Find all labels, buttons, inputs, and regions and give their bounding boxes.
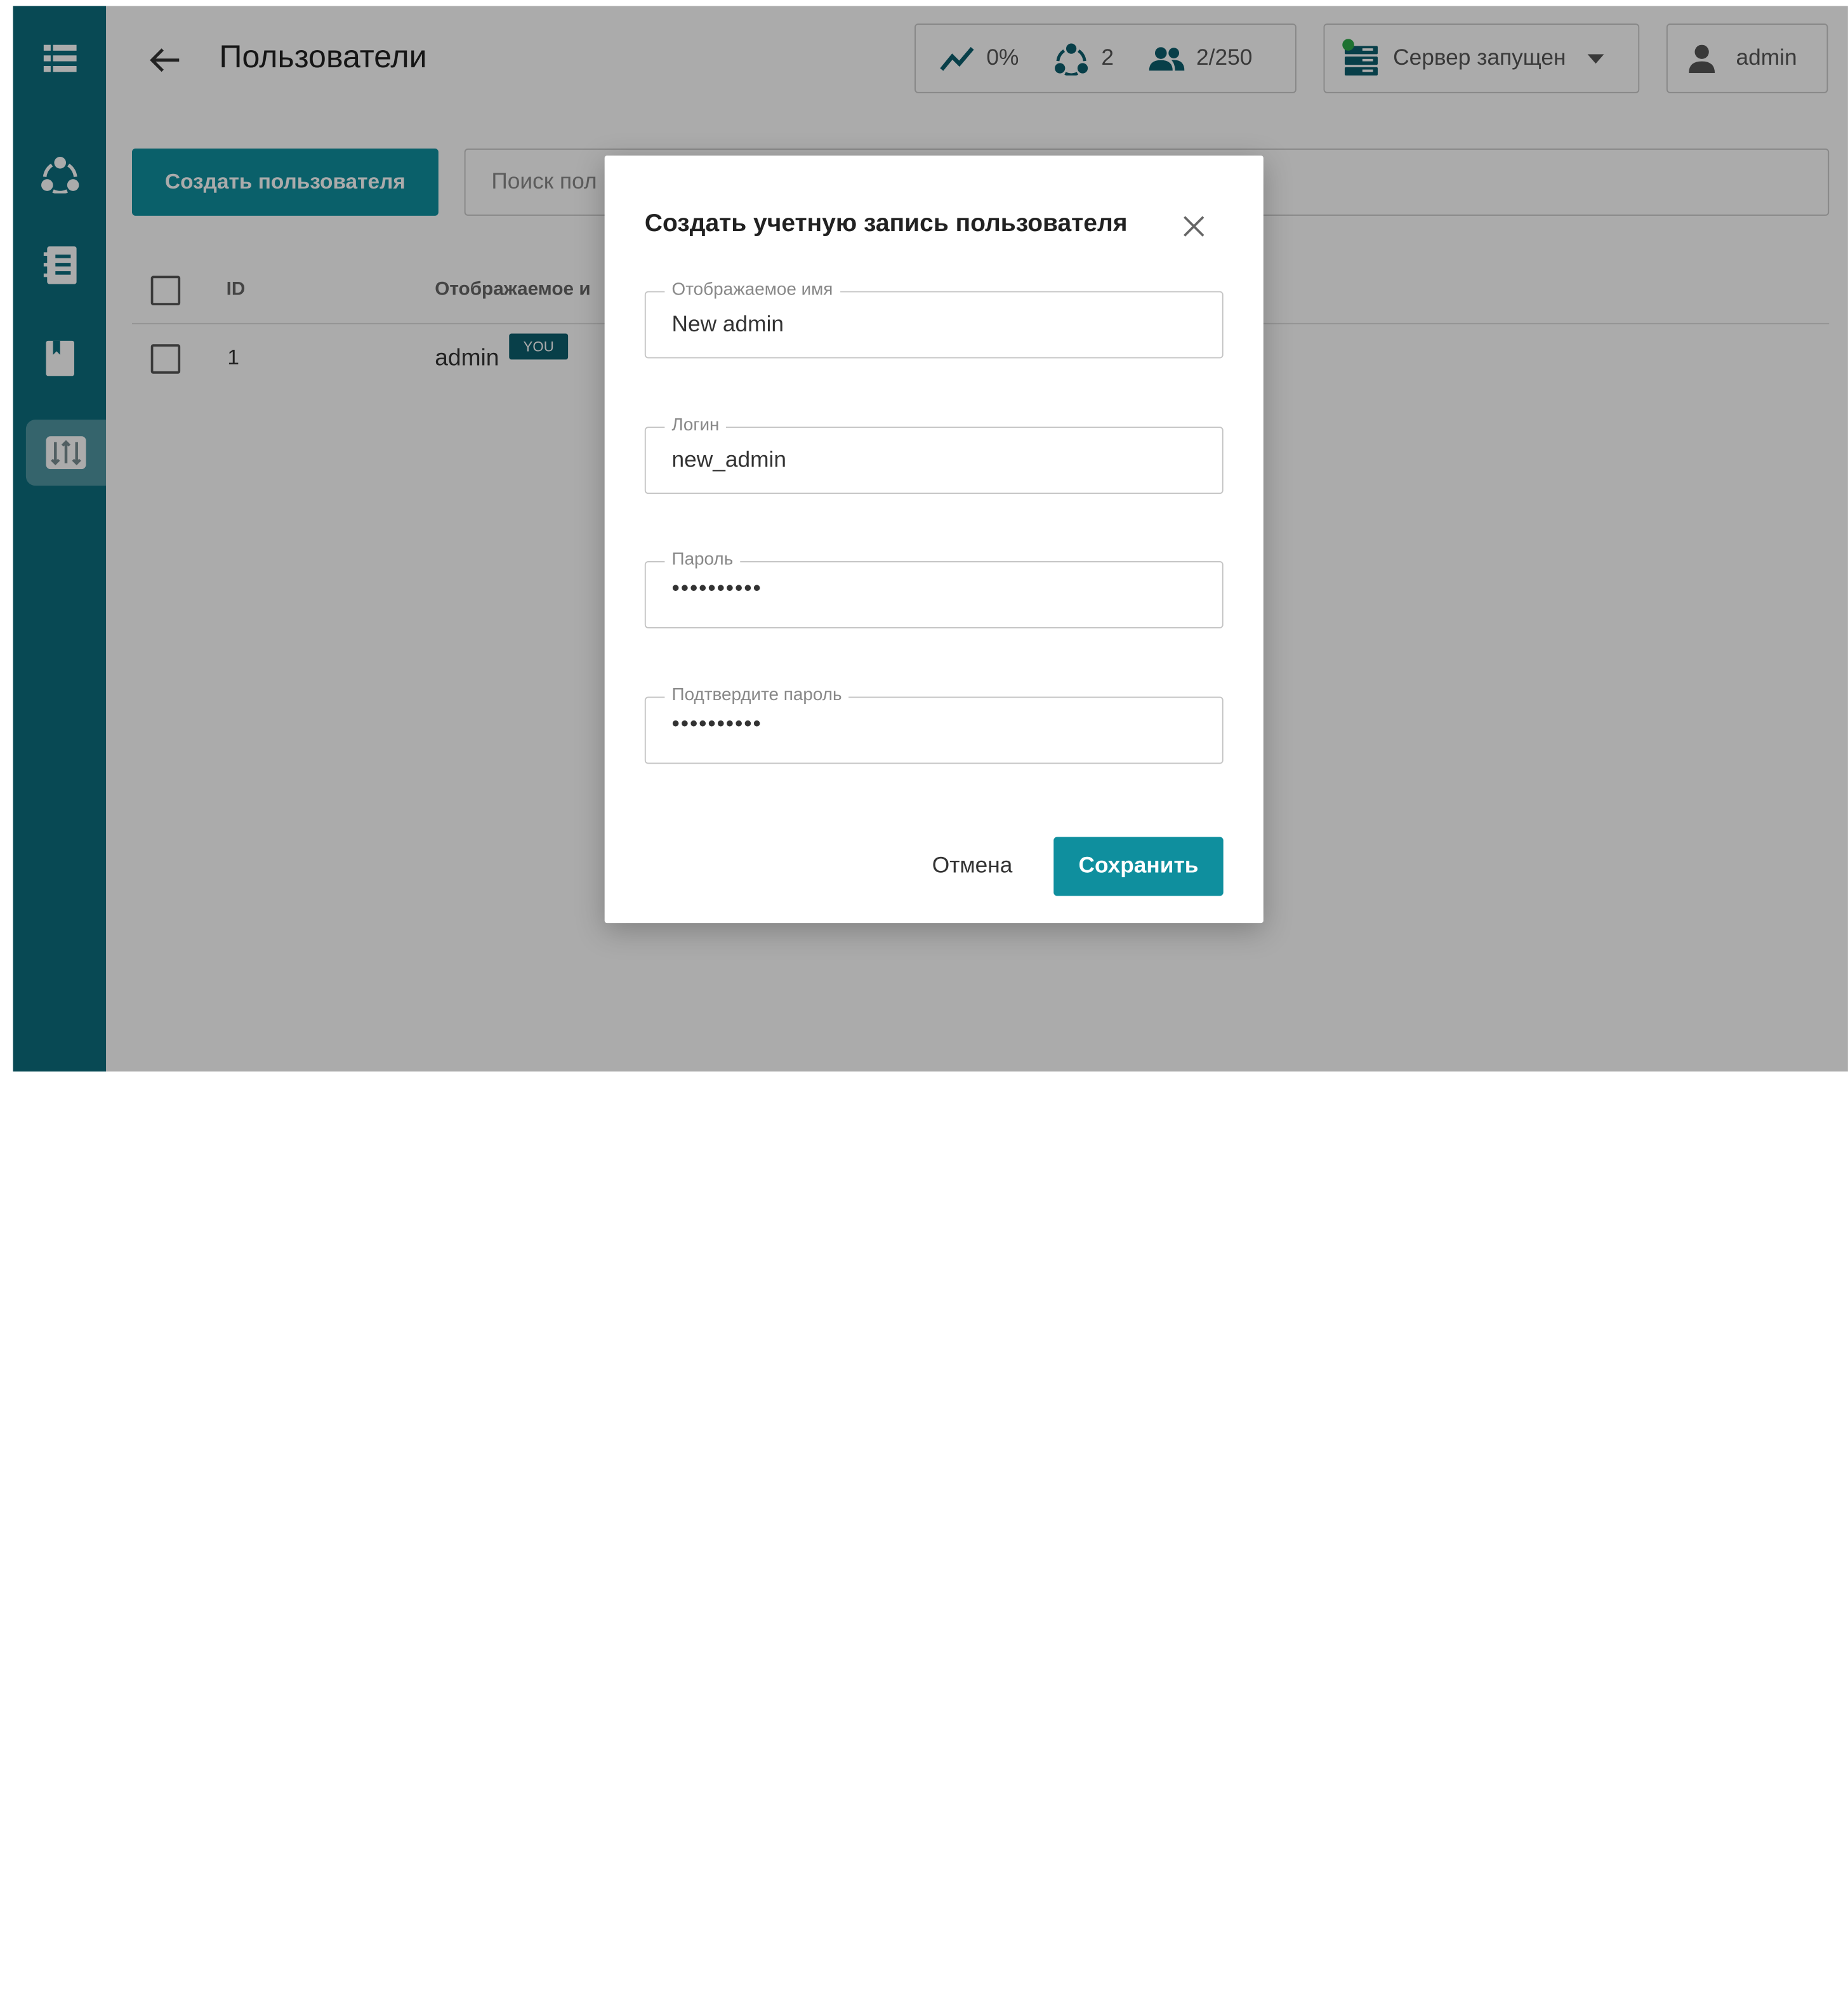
login-field[interactable]: Логин new_admin <box>644 415 1224 494</box>
login-value: new_admin <box>671 448 787 473</box>
display-name-value: New admin <box>671 312 784 338</box>
confirm-password-label: Подтвердите пароль <box>664 684 849 705</box>
close-button[interactable] <box>1175 208 1213 245</box>
password-value: •••••••••• <box>671 576 762 602</box>
create-user-dialog: Создать учетную запись пользователя Отоб… <box>604 156 1264 924</box>
display-name-field[interactable]: Отображаемое имя New admin <box>644 279 1224 359</box>
display-name-label: Отображаемое имя <box>664 279 840 300</box>
dialog-title: Создать учетную запись пользователя <box>644 209 1128 237</box>
save-button[interactable]: Сохранить <box>1053 837 1224 896</box>
login-label: Логин <box>664 415 727 435</box>
confirm-password-field[interactable]: Подтвердите пароль •••••••••• <box>644 684 1224 764</box>
cancel-button[interactable]: Отмена <box>916 837 1029 896</box>
app-window: Пользователи 0% 2 2/250 Сервер запущен a… <box>13 6 1848 1072</box>
close-icon <box>1184 216 1204 237</box>
password-field[interactable]: Пароль •••••••••• <box>644 549 1224 628</box>
password-label: Пароль <box>664 549 741 569</box>
confirm-password-value: •••••••••• <box>671 712 762 737</box>
